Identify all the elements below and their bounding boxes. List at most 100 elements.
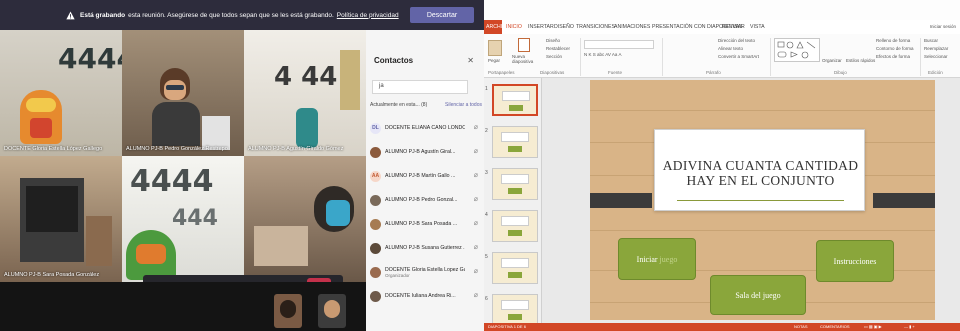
participant-item[interactable]: DOCENTE Iuliana Andrea Ri... ⌀ [370, 284, 482, 308]
slide-number: 1 [485, 86, 488, 92]
participant-item[interactable]: ALUMNO PJ-B Susana Gutierrez ... ⌀ [370, 236, 482, 260]
instructions-button[interactable]: Instrucciones [816, 240, 894, 282]
panel-title: Contactos [374, 56, 414, 65]
view-buttons[interactable]: ▭ ▦ ▣ ▶ [864, 324, 882, 329]
participant-name: ALUMNO PJ-B Agustín Giral... [385, 149, 465, 155]
font-family-dropdown[interactable] [584, 40, 654, 49]
signin-link[interactable]: Iniciar sesión [930, 24, 956, 29]
participant-item[interactable]: ALUMNO PJ-B Sara Posada ... ⌀ [370, 212, 482, 236]
avatar: AA [370, 170, 381, 182]
zoom-slider[interactable]: — ▮ + [904, 324, 915, 329]
replace-button[interactable]: Reemplazar [924, 46, 948, 51]
tab-dise-o[interactable]: DISEÑO [554, 24, 574, 30]
section-button[interactable]: Sección [546, 54, 562, 59]
group-label: Párrafo [706, 70, 721, 75]
tab-animaciones[interactable]: ANIMACIONES [614, 24, 650, 30]
screenshot-root: Está grabando esta reunión. Asegúrese de… [0, 0, 960, 331]
participant-item[interactable]: ALUMNO PJ-B Agustín Giral... ⌀ [370, 140, 482, 164]
align-text-button[interactable]: Alinear texto [718, 46, 743, 51]
close-icon[interactable]: ✕ [467, 56, 474, 65]
exit-game-button[interactable]: Sala del juego [710, 275, 806, 315]
self-view-thumbnail-1[interactable] [274, 294, 302, 328]
in-meeting-section[interactable]: Actualmente en esta... (8) Silenciar a t… [370, 102, 482, 108]
slide-thumbnail[interactable] [492, 168, 538, 200]
mic-muted-icon: ⌀ [473, 244, 478, 251]
select-button[interactable]: Seleccionar [924, 54, 948, 59]
tab-insertar[interactable]: INSERTAR [528, 24, 554, 30]
comments-button[interactable]: COMENTARIOS [820, 324, 849, 329]
tab-inicio[interactable]: INICIO [506, 24, 522, 30]
participant-item[interactable]: ALUMNO PJ-B Pedro Gonzal... ⌀ [370, 188, 482, 212]
participant-name-text: ALUMNO PJ-B Agustín Giral... [385, 149, 456, 155]
participant-name-text: ALUMNO PJ-B Sara Posada ... [385, 221, 458, 227]
title-box[interactable]: ADIVINA CUANTA CANTIDAD HAY EN EL CONJUN… [654, 129, 865, 211]
video-tile-teacher[interactable]: 4444 DOCENTE Gloria Estella López Galleg… [0, 30, 122, 156]
tab-transiciones[interactable]: TRANSICIONES [576, 24, 615, 30]
slide-thumbnail[interactable] [492, 126, 538, 158]
participant-item[interactable]: DL DOCENTE ELIANA CANO LONDO... ⌀ [370, 116, 482, 140]
participant-search-input[interactable]: ja [372, 80, 468, 94]
mic-muted-icon: ⌀ [473, 196, 478, 203]
slide-thumbnail[interactable] [492, 252, 538, 284]
slide-thumbnail[interactable] [492, 294, 538, 326]
slide-thumbnail[interactable] [492, 210, 538, 242]
mic-muted-icon: ⌀ [473, 172, 478, 179]
start-game-button[interactable]: Iniciar juego [618, 238, 696, 280]
notes-button[interactable]: NOTAS [794, 324, 807, 329]
avatar: DL [370, 122, 381, 134]
video-tile-worksheet[interactable]: 4444 444 [122, 156, 244, 282]
current-slide[interactable]: ADIVINA CUANTA CANTIDAD HAY EN EL CONJUN… [590, 80, 935, 320]
find-button[interactable]: Buscar [924, 38, 938, 43]
video-tile-student-susana[interactable] [244, 156, 366, 282]
slide-counter: DIAPOSITIVA 1 DE 6 [488, 324, 526, 329]
participant-name-text: ALUMNO PJ-B Martín Gallo ... [385, 173, 456, 179]
slide-number: 2 [485, 128, 488, 134]
group-label: Edición [928, 70, 943, 75]
avatar [370, 290, 381, 302]
powerpoint-window: ARCHIVO INICIO INSERTAR DISEÑO TRANSICIONES A… [484, 0, 960, 331]
tab-vista[interactable]: VISTA [750, 24, 765, 30]
text-direction-button[interactable]: Dirección del texto [718, 38, 755, 43]
video-tile-student-sara[interactable]: ALUMNO PJ-B Sara Posada González [0, 156, 122, 282]
participant-item[interactable]: DOCENTE Gloria Estella Lopez Gal... Organ… [370, 260, 482, 284]
participant-list: DL DOCENTE ELIANA CANO LONDO... ⌀ ALUMNO PJ… [370, 116, 482, 308]
paste-button[interactable]: Pegar [488, 58, 500, 63]
avatar [370, 146, 381, 158]
privacy-policy-link[interactable]: Política de privacidad [337, 12, 399, 19]
participant-name: DOCENTE ELIANA CANO LONDO... [385, 125, 465, 131]
reset-button[interactable]: Restablecer [546, 46, 570, 51]
participant-name: ALUMNO PJ-B Susana Gutierrez ... [385, 245, 465, 251]
layout-button[interactable]: Diseño [546, 38, 560, 43]
tab-archivo[interactable]: ARCHIVO [484, 20, 510, 34]
smartart-button[interactable]: Convertir a SmartArt [718, 54, 759, 59]
video-tile-student-agustin[interactable]: 4 44 ALUMNO PJ-B Agustín Giraldo Gómez [244, 30, 366, 156]
shapes-icon [777, 41, 816, 59]
thumbnail-title-box [501, 300, 529, 310]
video-grid: 4444 DOCENTE Gloria Estella López Galleg… [0, 30, 366, 299]
shape-effects-button[interactable]: Efectos de forma [876, 54, 910, 59]
quick-styles-button[interactable]: Estilos rápidos [846, 58, 875, 63]
participant-item[interactable]: AA ALUMNO PJ-B Martín Gallo ... ⌀ [370, 164, 482, 188]
slide-thumbnail[interactable] [492, 84, 538, 116]
arrange-button[interactable]: Organizar [822, 58, 842, 63]
mute-all-link[interactable]: Silenciar a todos [445, 102, 482, 108]
tab-revisar[interactable]: REVISAR [722, 24, 745, 30]
avatar [370, 218, 381, 230]
paste-icon[interactable] [488, 40, 502, 56]
teams-meeting-window: Está grabando esta reunión. Asegúrese de… [0, 0, 484, 331]
shapes-gallery[interactable] [774, 38, 820, 62]
self-view-thumbnail-2[interactable] [318, 294, 346, 328]
ribbon-separator [580, 38, 581, 76]
group-label: Diapositivas [540, 70, 565, 75]
video-tile-student-pedro[interactable]: ALUMNO PJ-B Pedro González Restrepo [122, 30, 244, 156]
font-style-buttons[interactable]: N K S abc AV Aa A [584, 52, 654, 59]
new-slide-icon[interactable] [518, 38, 530, 52]
left-dark-bar [590, 193, 652, 208]
mic-muted-icon: ⌀ [473, 268, 478, 275]
dismiss-button[interactable]: Descartar [410, 7, 474, 23]
shape-fill-button[interactable]: Relleno de forma [876, 38, 910, 43]
participant-name: ALUMNO PJ-B Sara Posada ... [385, 221, 465, 227]
shape-outline-button[interactable]: Contorno de forma [876, 46, 914, 51]
new-slide-button[interactable]: Nueva diapositiva [512, 54, 538, 64]
avatar [370, 242, 381, 254]
